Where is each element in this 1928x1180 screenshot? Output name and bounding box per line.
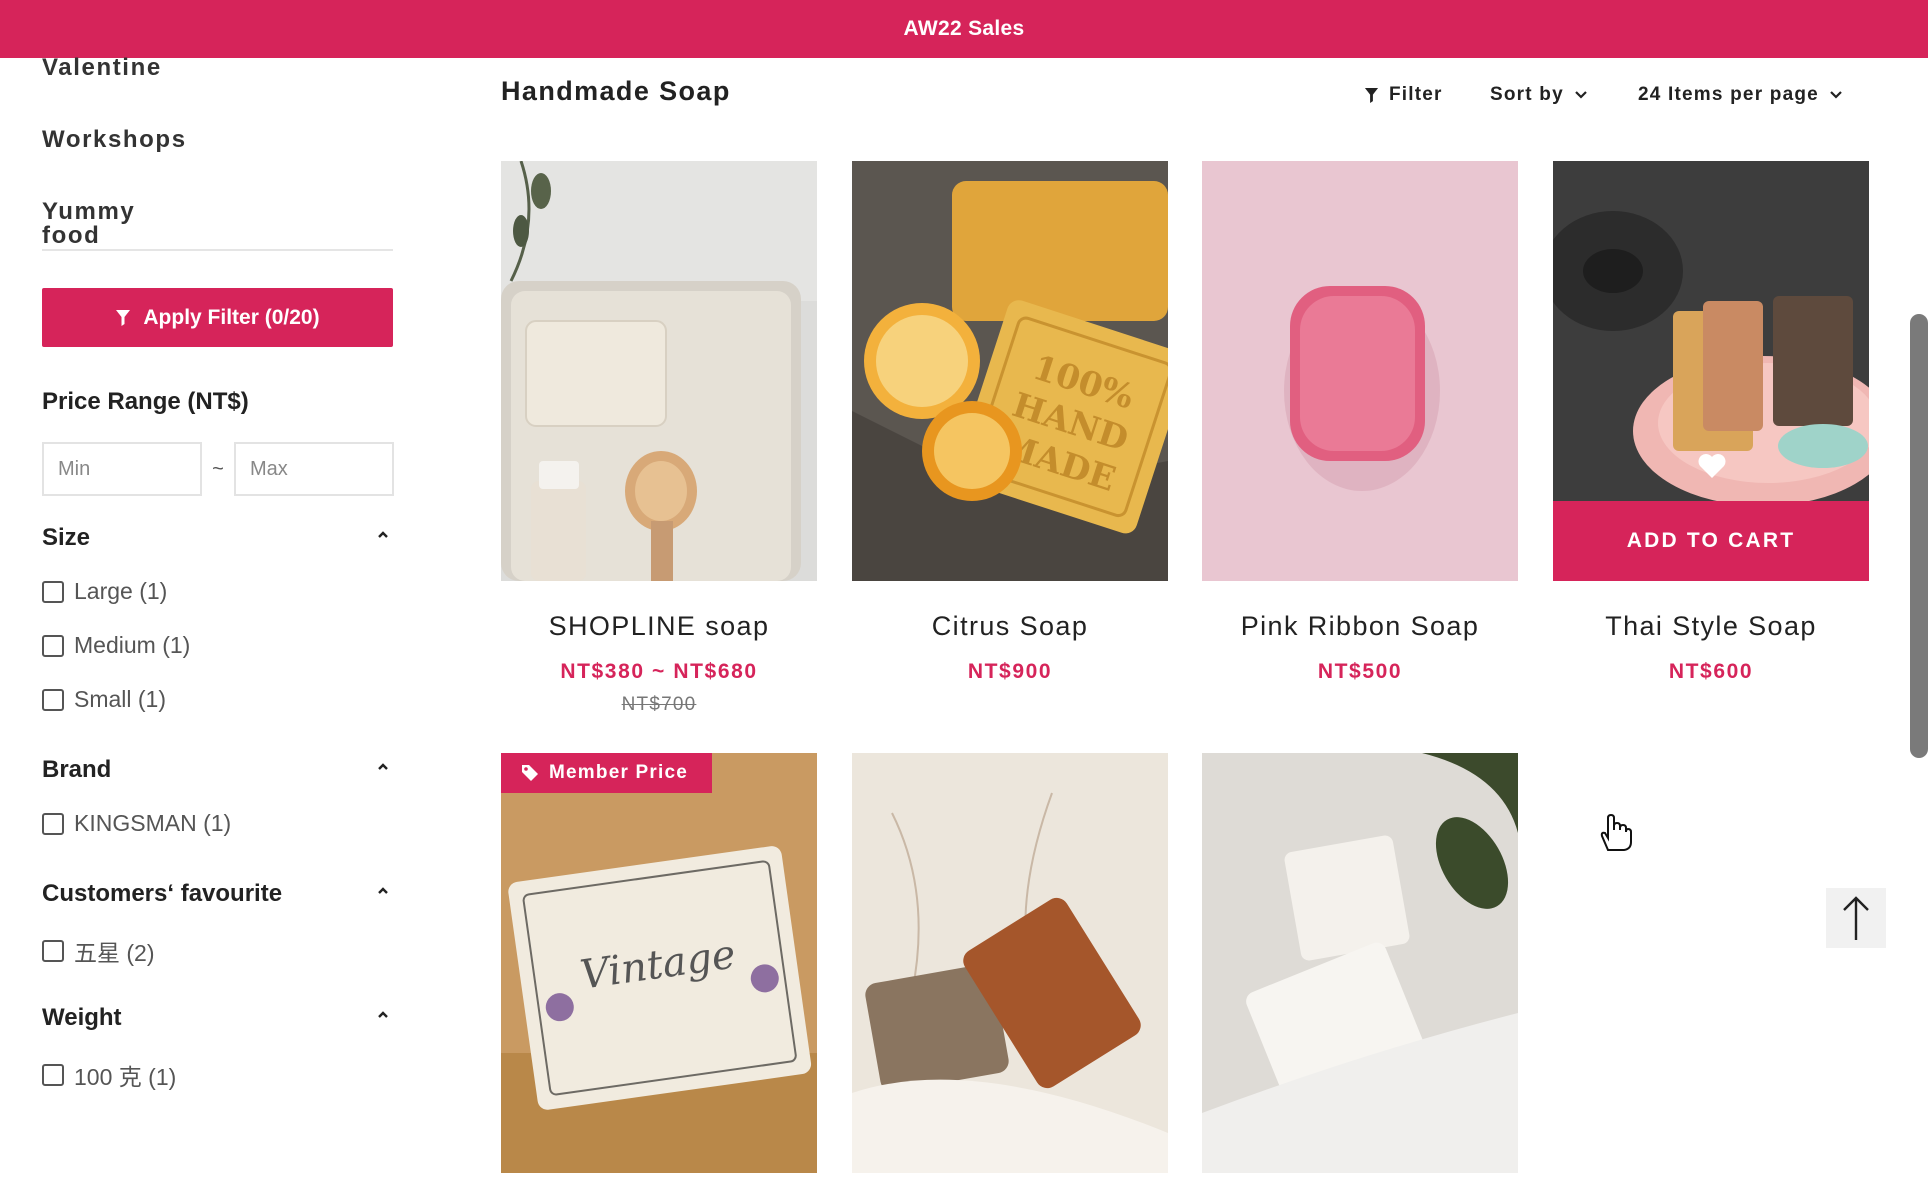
- brand-filter-title[interactable]: Brand: [42, 756, 111, 784]
- product-photo-herbal-soap: [852, 753, 1168, 1173]
- chevron-up-icon[interactable]: [376, 1008, 390, 1022]
- product-card[interactable]: Vintage Member Price: [501, 753, 817, 1173]
- checkbox[interactable]: [42, 940, 64, 962]
- product-price: NT$600: [1668, 660, 1754, 683]
- option-label: 五星 (2): [74, 940, 155, 966]
- sort-label: Sort by: [1490, 84, 1564, 105]
- hand-cursor-icon: [1600, 813, 1632, 851]
- product-name[interactable]: Thai Style Soap: [1553, 611, 1869, 642]
- product-image[interactable]: [852, 753, 1168, 1173]
- product-photo-vintage-soap: Vintage: [501, 753, 817, 1173]
- option-label: 100 克 (1): [74, 1064, 177, 1090]
- product-price: NT$380 ~ NT$680: [560, 660, 758, 683]
- product-card[interactable]: [852, 753, 1168, 1173]
- weight-filter-title[interactable]: Weight: [42, 1004, 122, 1032]
- filter-icon: [1364, 87, 1379, 103]
- filter-icon: [116, 309, 131, 326]
- chevron-up-icon[interactable]: [376, 760, 390, 774]
- items-per-page-dropdown[interactable]: 24 Items per page: [1638, 84, 1843, 106]
- product-image[interactable]: [501, 161, 817, 581]
- product-name[interactable]: SHOPLINE soap: [501, 611, 817, 642]
- product-card[interactable]: Pink Ribbon Soap NT$500: [1202, 161, 1518, 684]
- product-card[interactable]: [1202, 753, 1518, 1173]
- back-to-top-button[interactable]: [1826, 888, 1886, 948]
- product-card[interactable]: ADD TO CART Thai Style Soap NT$600: [1553, 161, 1869, 684]
- apply-filter-label: Apply Filter (0/20): [143, 305, 320, 329]
- announcement-bar[interactable]: AW22 Sales: [0, 0, 1928, 58]
- announcement-text: AW22 Sales: [903, 17, 1025, 40]
- page-scrollbar[interactable]: [1910, 314, 1928, 758]
- size-filter-title[interactable]: Size: [42, 524, 90, 552]
- price-min-input[interactable]: [42, 442, 202, 496]
- product-image[interactable]: 100% HAND MADE: [852, 161, 1168, 581]
- product-photo-white-soap: [1202, 753, 1518, 1173]
- filter-toggle[interactable]: Filter: [1364, 84, 1443, 106]
- price-separator: ~: [212, 457, 224, 480]
- size-option-large[interactable]: Large (1): [42, 578, 167, 605]
- favourite-filter-title[interactable]: Customers‘ favourite: [42, 880, 282, 908]
- weight-option-100g[interactable]: 100 克 (1): [42, 1058, 176, 1092]
- add-to-cart-button[interactable]: ADD TO CART: [1553, 501, 1869, 581]
- product-image[interactable]: Vintage Member Price: [501, 753, 817, 1173]
- checkbox[interactable]: [42, 580, 64, 603]
- checkbox[interactable]: [42, 634, 64, 657]
- product-photo-pink-soap: [1202, 161, 1518, 581]
- member-price-badge: Member Price: [501, 753, 713, 793]
- product-image[interactable]: [1202, 161, 1518, 581]
- chevron-down-icon: [1575, 91, 1587, 99]
- apply-filter-button[interactable]: Apply Filter (0/20): [42, 288, 393, 347]
- product-price: NT$900: [967, 660, 1053, 683]
- checkbox[interactable]: [42, 812, 64, 835]
- option-label: Small (1): [74, 686, 167, 712]
- favourite-option-five-star[interactable]: 五星 (2): [42, 934, 155, 968]
- option-label: Medium (1): [74, 632, 191, 658]
- filter-label: Filter: [1389, 84, 1443, 105]
- product-image[interactable]: [1202, 753, 1518, 1173]
- sidebar-divider: [42, 249, 393, 251]
- arrow-up-icon: [1843, 896, 1869, 940]
- sidebar-item-workshops[interactable]: Workshops: [42, 128, 187, 200]
- sidebar-item-yummy-food[interactable]: Yummy food: [42, 200, 135, 272]
- product-original-price: NT$700: [621, 694, 697, 715]
- checkbox[interactable]: [42, 1064, 64, 1086]
- brand-option-kingsman[interactable]: KINGSMAN (1): [42, 810, 231, 837]
- product-image[interactable]: ADD TO CART: [1553, 161, 1869, 581]
- price-range-title: Price Range (NT$): [42, 388, 249, 415]
- option-label: Large (1): [74, 578, 168, 604]
- product-name[interactable]: Citrus Soap: [852, 611, 1168, 642]
- chevron-up-icon[interactable]: [376, 528, 390, 542]
- price-max-input[interactable]: [234, 442, 394, 496]
- checkbox[interactable]: [42, 688, 64, 711]
- product-name[interactable]: Pink Ribbon Soap: [1202, 611, 1518, 642]
- option-label: KINGSMAN (1): [74, 810, 232, 836]
- product-photo-soap-towel: [501, 161, 817, 581]
- heart-icon[interactable]: [1697, 453, 1727, 479]
- tag-icon: [522, 765, 538, 781]
- badge-label: Member Price: [549, 762, 689, 783]
- page-title: Handmade Soap: [501, 76, 731, 106]
- per-page-label: 24 Items per page: [1638, 84, 1819, 105]
- product-photo-citrus-soap: 100% HAND MADE: [852, 161, 1168, 581]
- chevron-down-icon: [1830, 91, 1842, 99]
- chevron-up-icon[interactable]: [376, 884, 390, 898]
- product-card[interactable]: 100% HAND MADE Citrus Soap NT$900: [852, 161, 1168, 684]
- product-card[interactable]: SHOPLINE soap NT$380 ~ NT$680 NT$700: [501, 161, 817, 716]
- sort-by-dropdown[interactable]: Sort by: [1490, 84, 1588, 106]
- size-option-medium[interactable]: Medium (1): [42, 632, 190, 659]
- price-range-inputs: ~: [42, 442, 394, 496]
- product-price: NT$500: [1317, 660, 1403, 683]
- size-option-small[interactable]: Small (1): [42, 686, 166, 713]
- sidebar-item-valentine[interactable]: Valentine: [42, 56, 162, 128]
